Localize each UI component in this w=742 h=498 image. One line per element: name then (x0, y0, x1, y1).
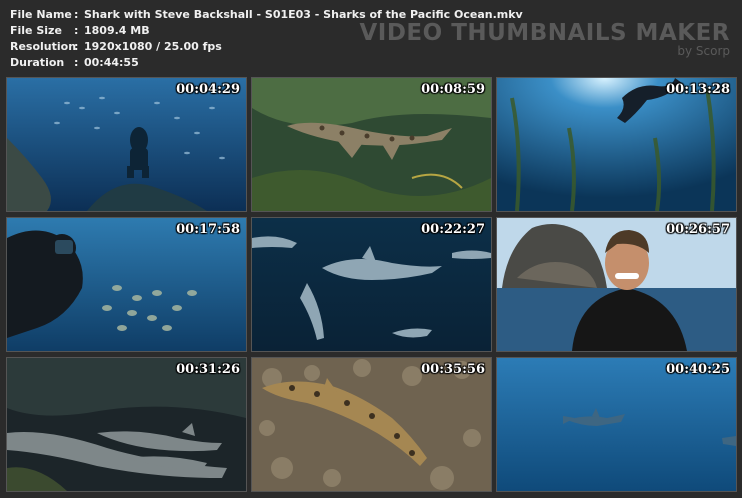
thumbnail-1[interactable]: 00:04:29 (6, 77, 247, 212)
thumbnail-5-image (252, 218, 491, 351)
thumbnail-4[interactable]: 00:17:58 (6, 217, 247, 352)
thumbnail-8[interactable]: 00:35:56 (251, 357, 492, 492)
thumbnail-7-image (7, 358, 246, 491)
separator: : (74, 40, 79, 53)
thumbnail-9-image (497, 358, 736, 491)
file-size-value: 1809.4 MB (84, 24, 150, 37)
thumbnail-2[interactable]: 00:08:59 (251, 77, 492, 212)
thumbnail-timestamp: 00:17:58 (176, 222, 240, 237)
separator: : (74, 24, 79, 37)
brand-byline: by Scorp (677, 44, 730, 58)
resolution-label: Resolution (10, 40, 77, 53)
duration-value: 00:44:55 (84, 56, 139, 69)
thumbnail-timestamp: 00:40:25 (666, 362, 730, 377)
thumbnail-timestamp: 00:04:29 (176, 82, 240, 97)
thumbnail-1-image (7, 78, 246, 211)
thumbnail-9[interactable]: 00:40:25 (496, 357, 737, 492)
separator: : (74, 8, 79, 21)
duration-label: Duration (10, 56, 65, 69)
thumbnail-2-image (252, 78, 491, 211)
brand-watermark: VIDEO THUMBNAILS MAKER by Scorp (359, 20, 730, 58)
thumbnail-timestamp: 00:22:27 (421, 222, 485, 237)
thumbnail-timestamp: 00:26:57 (666, 222, 730, 237)
thumbnail-timestamp: 00:35:56 (421, 362, 485, 377)
thumbnail-6-image (497, 218, 736, 351)
thumbnail-3-image (497, 78, 736, 211)
thumbnail-8-image (252, 358, 491, 491)
thumbnail-4-image (7, 218, 246, 351)
thumbnail-timestamp: 00:08:59 (421, 82, 485, 97)
separator: : (74, 56, 79, 69)
resolution-value: 1920x1080 / 25.00 fps (84, 40, 222, 53)
file-name-label: File Name (10, 8, 72, 21)
thumbnail-6[interactable]: 00:26:57 (496, 217, 737, 352)
thumbnail-3[interactable]: 00:13:28 (496, 77, 737, 212)
thumbnail-7[interactable]: 00:31:26 (6, 357, 247, 492)
file-size-label: File Size (10, 24, 62, 37)
brand-title: VIDEO THUMBNAILS MAKER (359, 20, 730, 46)
thumbnail-5[interactable]: 00:22:27 (251, 217, 492, 352)
thumbnail-timestamp: 00:31:26 (176, 362, 240, 377)
thumbnail-timestamp: 00:13:28 (666, 82, 730, 97)
